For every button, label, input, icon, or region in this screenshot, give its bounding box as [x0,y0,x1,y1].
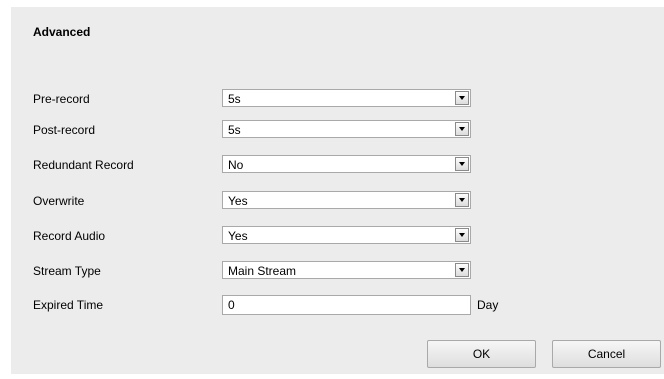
pre-record-label: Pre-record [33,92,90,106]
chevron-down-icon[interactable] [455,263,469,277]
expired-time-row: Expired Time Day [11,295,664,315]
redundant-record-value: No [228,158,244,172]
redundant-record-select[interactable]: No [222,155,471,173]
pre-record-select[interactable]: 5s [222,89,471,107]
post-record-select[interactable]: 5s [222,120,471,138]
overwrite-label: Overwrite [33,194,85,208]
overwrite-select[interactable]: Yes [222,191,471,209]
stream-type-row: Stream Type Main Stream [11,261,664,281]
chevron-down-icon[interactable] [455,122,469,136]
overwrite-value: Yes [228,194,248,208]
redundant-record-label: Redundant Record [33,158,134,172]
redundant-record-row: Redundant Record No [11,155,664,175]
chevron-down-icon[interactable] [455,228,469,242]
section-title: Advanced [33,25,91,39]
chevron-down-icon[interactable] [455,193,469,207]
post-record-label: Post-record [33,123,96,137]
pre-record-value: 5s [228,92,241,106]
record-audio-value: Yes [228,229,248,243]
expired-time-label: Expired Time [33,298,104,312]
chevron-down-icon[interactable] [455,91,469,105]
cancel-button[interactable]: Cancel [552,340,661,368]
ok-button[interactable]: OK [427,340,536,368]
pre-record-row: Pre-record 5s [11,89,664,109]
stream-type-select[interactable]: Main Stream [222,261,471,279]
stream-type-value: Main Stream [228,264,297,278]
record-audio-select[interactable]: Yes [222,226,471,244]
post-record-value: 5s [228,123,241,137]
stream-type-label: Stream Type [33,264,101,278]
advanced-settings-panel: Advanced Pre-record 5s Post-record 5s Re… [11,7,664,374]
expired-time-input[interactable] [222,295,471,315]
post-record-row: Post-record 5s [11,120,664,140]
record-audio-label: Record Audio [33,229,106,243]
overwrite-row: Overwrite Yes [11,191,664,211]
record-audio-row: Record Audio Yes [11,226,664,246]
chevron-down-icon[interactable] [455,157,469,171]
expired-time-unit: Day [477,298,499,312]
